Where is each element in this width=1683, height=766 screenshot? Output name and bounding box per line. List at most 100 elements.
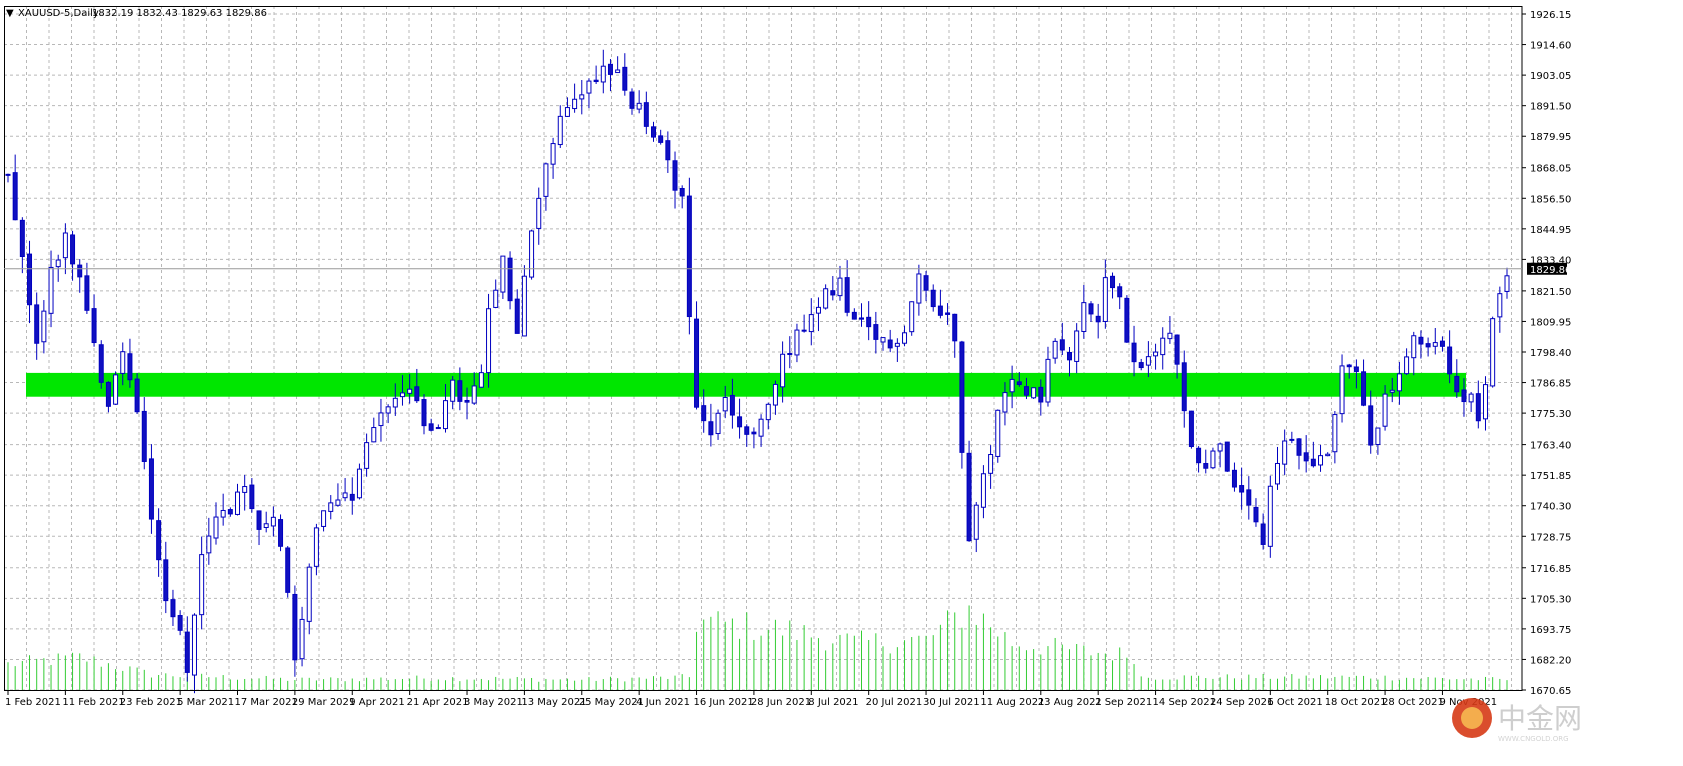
candle-body: [1023, 386, 1029, 396]
candle: [5, 173, 11, 183]
candle-body: [557, 115, 563, 146]
candle-body: [263, 523, 269, 528]
candle: [148, 444, 154, 534]
chart-menu-icon[interactable]: ▼: [6, 8, 14, 19]
candle: [1045, 346, 1051, 407]
candle: [794, 323, 800, 363]
candle: [1497, 286, 1503, 333]
candle: [278, 514, 284, 552]
candle-body: [887, 339, 893, 349]
candle: [1339, 354, 1345, 423]
candle-body: [1396, 373, 1402, 392]
candle-body: [328, 502, 334, 512]
candle: [70, 230, 76, 281]
price-tick-label: 1821.50: [1530, 287, 1571, 298]
candle-body: [148, 458, 154, 520]
candle: [514, 289, 520, 334]
candle: [658, 129, 664, 145]
candle-body: [12, 172, 18, 221]
candle-body: [1002, 392, 1008, 413]
candle: [1475, 380, 1481, 429]
candle: [679, 185, 685, 209]
candle-body: [41, 310, 47, 343]
price-tick-label: 1751.85: [1530, 471, 1571, 482]
candle-body: [1081, 302, 1087, 332]
candle: [1231, 462, 1237, 492]
candle-body: [1404, 356, 1410, 375]
candle-body: [995, 409, 1001, 457]
candle-body: [658, 135, 664, 143]
candle-body: [521, 275, 527, 337]
candle: [27, 240, 33, 324]
candle-body: [529, 230, 535, 278]
candle-body: [163, 559, 169, 602]
candle-body: [916, 273, 922, 304]
candle: [1239, 467, 1245, 510]
candle-body: [421, 399, 427, 427]
candle-body: [1289, 438, 1295, 441]
candle-body: [586, 80, 592, 94]
candle: [478, 364, 484, 388]
price-tick-label: 1716.85: [1530, 564, 1571, 575]
candle: [772, 380, 778, 415]
candle: [507, 251, 513, 310]
candle: [708, 403, 714, 447]
candle: [335, 483, 341, 507]
candle-body: [113, 374, 119, 405]
chart-window[interactable]: 1926.15 1914.60 1903.05 1891.50 1879.95 1868.…: [0, 0, 1683, 766]
support-zone: [26, 372, 1466, 397]
candle-body: [765, 403, 771, 421]
candle-body: [1346, 364, 1352, 368]
ohlc-readout: 1832.19 1832.43 1829.63 1829.86: [92, 8, 267, 19]
candle-body: [5, 173, 11, 176]
candle: [500, 255, 506, 300]
candle: [536, 187, 542, 245]
candle-body: [694, 318, 700, 408]
candle: [1482, 376, 1488, 431]
candle-body: [1361, 371, 1367, 406]
candle-body: [973, 504, 979, 540]
candle-body: [1102, 277, 1108, 322]
candle-body: [270, 516, 276, 527]
candle-body: [643, 102, 649, 127]
candle-body: [1418, 336, 1424, 345]
candle: [1124, 295, 1130, 343]
candle: [830, 276, 836, 301]
candle-body: [536, 197, 542, 229]
chart-grid: [4, 6, 1521, 691]
candle: [1196, 446, 1202, 473]
candle: [550, 137, 556, 179]
candle: [1131, 325, 1137, 377]
candle: [98, 340, 104, 389]
price-tick-label: 1914.60: [1530, 41, 1571, 52]
candle-body: [1167, 332, 1173, 340]
candle-body: [91, 308, 97, 344]
candle-body: [206, 535, 212, 554]
symbol-timeframe: XAUUSD-5,Daily: [18, 8, 99, 19]
candle: [1110, 272, 1116, 299]
price-tick-label: 1868.05: [1530, 164, 1571, 175]
candle-body: [371, 427, 377, 443]
candle-body: [607, 63, 613, 75]
candle-body: [858, 317, 864, 320]
candle-body: [1439, 340, 1445, 347]
candle: [930, 284, 936, 312]
candle: [141, 397, 147, 470]
axis-labels: 1926.15 1914.60 1903.05 1891.50 1879.95 1868.…: [5, 10, 1571, 708]
candle-body: [356, 468, 362, 499]
candle-body: [285, 547, 291, 593]
candle: [1095, 303, 1101, 339]
price-tick-label: 1926.15: [1530, 10, 1571, 21]
candle: [629, 88, 635, 115]
candle: [873, 311, 879, 354]
candle: [1224, 441, 1230, 472]
candle-body: [1210, 450, 1216, 469]
candle-body: [1497, 293, 1503, 318]
candle-body: [1203, 463, 1209, 469]
candle: [980, 465, 986, 519]
price-chart[interactable]: 1926.15 1914.60 1903.05 1891.50 1879.95 1868.…: [0, 0, 1683, 766]
candle-body: [722, 397, 728, 412]
candle-body: [1353, 366, 1359, 372]
candle: [321, 510, 327, 532]
candle-body: [844, 277, 850, 313]
